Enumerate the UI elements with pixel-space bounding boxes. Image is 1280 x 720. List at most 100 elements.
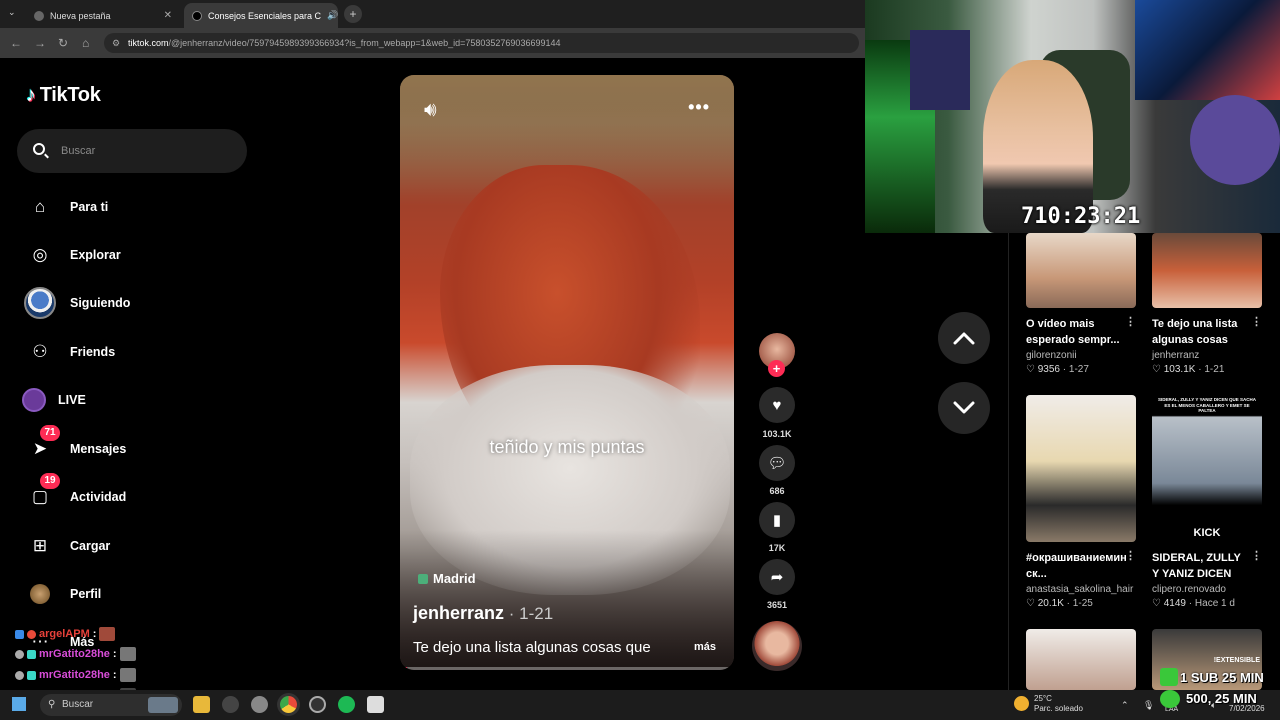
sidebar-item-mensajes[interactable]: ➤ 71 Mensajes <box>22 425 242 467</box>
sidebar-item-label: Para ti <box>70 200 109 214</box>
tiktok-icon <box>192 10 202 21</box>
tab-new-tab[interactable]: Nueva pestaña ✕ <box>26 3 180 28</box>
profile-avatar <box>22 576 58 612</box>
music-disc[interactable] <box>752 621 802 671</box>
url-field[interactable]: ⚙ tiktok.com/@jenherranz/video/759794598… <box>104 33 859 53</box>
sidebar-item-cargar[interactable]: ⊞ Cargar <box>22 528 242 564</box>
location-icon <box>418 573 428 584</box>
friends-icon: ⚇ <box>32 342 48 361</box>
like-button[interactable]: ♥ <box>759 387 795 423</box>
recommended-video-card[interactable]: ⋮ Te dejo una lista algunas cosas qu... … <box>1152 233 1264 375</box>
recommended-video-card[interactable]: ⋮ #окрашиваниемин ск... anastasia_sakoli… <box>1026 395 1138 609</box>
follow-plus-icon[interactable]: + <box>768 360 785 377</box>
messages-icon: ➤ 71 <box>22 425 60 467</box>
save-button[interactable]: ▮ <box>759 502 795 538</box>
weather-sun-icon <box>1014 696 1029 711</box>
recommended-video-card[interactable] <box>1026 629 1138 690</box>
file-explorer-icon[interactable] <box>193 696 210 713</box>
taskbar-search-label: Buscar <box>62 699 94 710</box>
sidebar-item-perfil[interactable]: Perfil <box>22 576 242 612</box>
webcam-scene <box>910 30 970 110</box>
home-icon: ⌂ <box>34 197 46 216</box>
heart-outline-icon: ♡ <box>1152 364 1161 375</box>
share-button[interactable]: ➦ <box>759 559 795 595</box>
forward-icon[interactable]: → <box>34 36 46 50</box>
tiktok-logo[interactable]: ♪ TikTok <box>26 84 101 107</box>
more-options-icon[interactable]: ⋮ <box>1251 315 1262 328</box>
video-author[interactable]: jenherranz · 1-21 <box>413 603 553 624</box>
more-options-icon[interactable]: ⋮ <box>1251 549 1262 562</box>
overwatch-icon[interactable] <box>251 696 268 713</box>
tab-list-icon[interactable]: ⌄ <box>8 7 16 18</box>
card-likes: 20.1K <box>1037 598 1064 609</box>
tray-chevron-icon[interactable]: ⌃ <box>1121 700 1129 711</box>
comment-icon: 💬︎ <box>767 455 787 472</box>
card-user[interactable]: jenherranz <box>1152 350 1264 361</box>
sidebar-item-label: Explorar <box>70 248 121 262</box>
browser-tabstrip: ⌄ Nueva pestaña ✕ Consejos Esenciales pa… <box>0 0 865 28</box>
site-info-icon[interactable]: ⚙ <box>112 33 120 53</box>
card-title: Te dejo una lista algunas cosas qu... <box>1152 318 1238 346</box>
progress-fill <box>400 667 407 670</box>
sidebar-item-label: Mensajes <box>70 442 127 456</box>
location-tag[interactable]: Madrid <box>418 571 476 586</box>
recommended-video-card[interactable]: ⋮ O vídeo mais esperado sempr... giloren… <box>1026 233 1138 375</box>
weather-widget[interactable]: 25°C Parc. soleado <box>1034 694 1083 714</box>
sidebar-item-siguiendo[interactable]: Siguiendo <box>22 285 242 321</box>
sidebar-item-actividad[interactable]: ▢ 19 Actividad <box>22 473 242 515</box>
recommended-video-card[interactable]: SIDERAL, ZULLY Y YANIZ DICEN QUE SACHA E… <box>1152 395 1264 609</box>
video-thumbnail[interactable] <box>1026 233 1136 308</box>
windows-start-icon[interactable] <box>12 697 26 711</box>
video-player[interactable]: 🔊︎ ••• teñido y mis puntas Madrid jenher… <box>400 75 734 670</box>
author-name[interactable]: jenherranz <box>413 603 504 623</box>
reload-icon[interactable]: ↻ <box>58 36 68 50</box>
notepad-icon[interactable] <box>367 696 384 713</box>
sidebar-item-label: Friends <box>70 345 116 359</box>
next-video-button[interactable] <box>938 382 990 434</box>
globe-icon <box>34 10 44 21</box>
back-icon[interactable]: ← <box>10 36 22 50</box>
card-stats: ♡ 4149 · Hace 1 d <box>1152 598 1235 609</box>
card-user[interactable]: anastasia_sakolina_hair <box>1026 584 1138 595</box>
speaker-icon[interactable]: 🔊 <box>327 10 338 21</box>
close-icon[interactable]: ✕ <box>164 10 172 21</box>
video-thumbnail[interactable]: SIDERAL, ZULLY Y YANIZ DICEN QUE SACHA E… <box>1152 395 1262 542</box>
card-user[interactable]: gilorenzonii <box>1026 350 1138 361</box>
sidebar-item-live[interactable]: LIVE <box>16 382 236 418</box>
share-icon: ➦ <box>770 569 784 586</box>
sidebar-item-friends[interactable]: ⚇ Friends <box>22 334 242 370</box>
chrome-icon[interactable] <box>280 696 297 713</box>
comment-button[interactable]: 💬︎ <box>759 445 795 481</box>
emote-icon <box>119 647 136 661</box>
video-thumbnail[interactable] <box>1026 395 1136 542</box>
webcam-scene <box>1190 95 1280 185</box>
description-more-link[interactable]: más <box>694 641 716 653</box>
video-thumbnail[interactable] <box>1152 233 1262 308</box>
taskbar-search[interactable]: ⚲ Buscar <box>40 694 182 716</box>
video-thumbnail[interactable] <box>1026 629 1136 690</box>
tab-tiktok[interactable]: Consejos Esenciales para C 🔊 ✕ <box>184 3 338 28</box>
volume-icon[interactable]: 🔊︎ <box>424 99 437 122</box>
save-count: 17K <box>768 543 786 553</box>
app-icon[interactable] <box>222 696 239 713</box>
new-tab-button[interactable]: + <box>344 5 362 23</box>
search-input[interactable] <box>61 141 231 161</box>
more-options-icon[interactable]: ⋮ <box>1125 549 1136 562</box>
more-options-icon[interactable]: ••• <box>688 97 710 118</box>
card-stats: ♡ 9356 · 1-27 <box>1026 364 1089 375</box>
more-options-icon[interactable]: ⋮ <box>1125 315 1136 328</box>
home-icon[interactable]: ⌂ <box>82 36 89 50</box>
upload-icon: ⊞ <box>32 536 48 555</box>
video-caption-overlay: teñido y mis puntas <box>489 437 645 457</box>
obs-icon[interactable] <box>309 696 326 713</box>
card-user[interactable]: clipero.renovado <box>1152 584 1264 595</box>
previous-video-button[interactable] <box>938 312 990 364</box>
search-box[interactable] <box>17 129 247 173</box>
video-progress-bar[interactable] <box>400 667 734 670</box>
heart-outline-icon: ♡ <box>1026 598 1035 609</box>
sidebar-item-explorar[interactable]: ◎ Explorar <box>22 237 242 273</box>
url-path: /@jenherranz/video/7597945989399366934?i… <box>168 38 561 48</box>
microphone-icon[interactable]: 🎙︎ <box>1143 700 1154 711</box>
spotify-icon[interactable] <box>338 696 355 713</box>
sidebar-item-para-ti[interactable]: ⌂ Para ti <box>22 189 242 225</box>
